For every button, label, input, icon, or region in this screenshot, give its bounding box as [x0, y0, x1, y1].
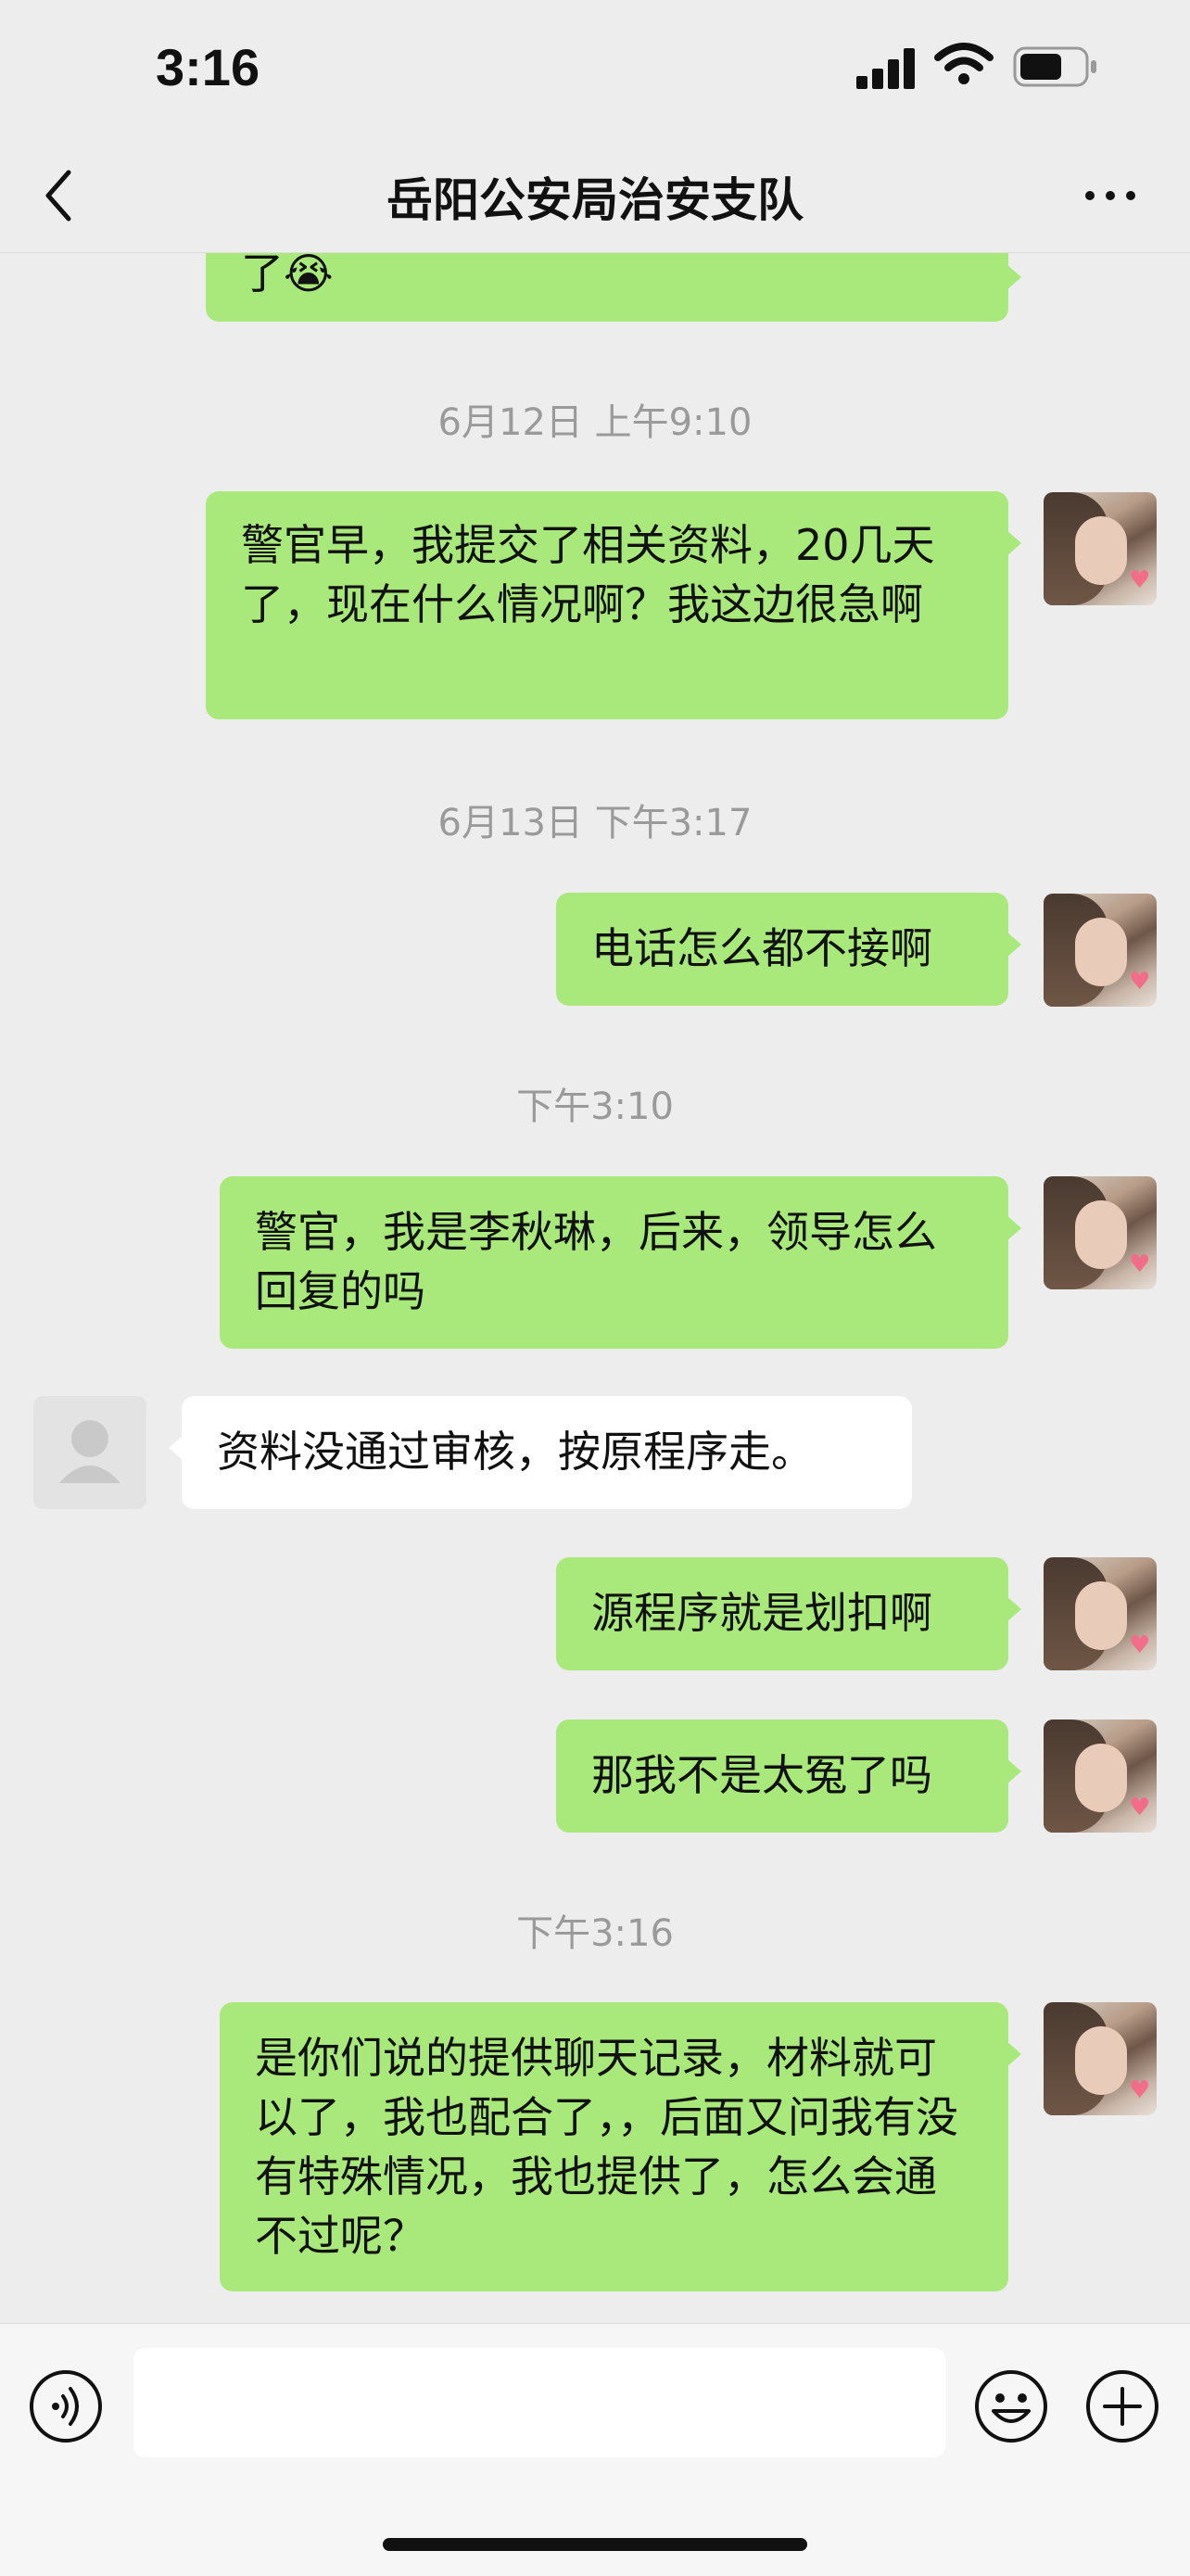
avatar[interactable]: ♥	[1044, 492, 1157, 605]
emoji-icon[interactable]	[973, 2368, 1049, 2444]
status-time: 3:16	[156, 38, 260, 96]
avatar[interactable]: ♥	[1044, 1719, 1157, 1833]
message-text: 电话怎么都不接啊	[591, 923, 932, 973]
default-user-icon	[59, 1420, 120, 1483]
message-bubble-outgoing[interactable]: 电话怎么都不接啊	[556, 893, 1021, 1006]
status-bar: 3:16	[0, 0, 1190, 139]
chat-title: 岳阳公安局治安支队	[386, 173, 804, 227]
message-bubble-outgoing[interactable]: 是你们说的提供聊天记录，材料就可以了，我也配合了，，后面又问我有没有特殊情况，我…	[220, 2002, 1021, 2291]
message-bubble-outgoing[interactable]: 警官，我是李秋琳，后来，领导怎么回复的吗	[220, 1176, 1021, 1349]
message-text: 源程序就是划扣啊	[591, 1588, 932, 1638]
message-list[interactable]: 了😭 6月12日 上午9:10 警官早，我提交了相关资料，20几天了，现在什么情…	[0, 253, 1190, 2322]
message-timestamp: 6月13日 下午3:17	[437, 802, 753, 844]
message-timestamp: 下午3:16	[516, 1912, 674, 1955]
avatar[interactable]: ♥	[1044, 1176, 1157, 1289]
message-timestamp: 6月12日 上午9:10	[437, 401, 753, 444]
message-bubble-outgoing[interactable]: 那我不是太冤了吗	[556, 1719, 1021, 1833]
voice-icon[interactable]	[28, 2368, 104, 2444]
message-text: 警官，我是李秋琳，后来，领导怎么回复的吗	[255, 1207, 937, 1316]
message-bubble-outgoing[interactable]: 警官早，我提交了相关资料，20几天了，现在什么情况啊？我这边很急啊	[206, 491, 1021, 719]
message-bubble-outgoing[interactable]: 了😭	[206, 253, 1021, 322]
more-dots-icon[interactable]	[1082, 182, 1138, 209]
message-text: 那我不是太冤了吗	[591, 1750, 932, 1800]
message-text: 警官早，我提交了相关资料，20几天了，现在什么情况啊？我这边很急啊	[241, 520, 935, 629]
plus-icon[interactable]	[1084, 2368, 1160, 2444]
message-input[interactable]	[133, 2348, 945, 2457]
chat-header: 岳阳公安局治安支队	[0, 139, 1190, 253]
message-timestamp: 下午3:10	[516, 1085, 674, 1128]
message-bubble-outgoing[interactable]: 源程序就是划扣啊	[556, 1557, 1021, 1670]
avatar[interactable]: ♥	[1044, 1557, 1157, 1670]
avatar[interactable]: ♥	[1044, 2002, 1157, 2115]
home-indicator	[383, 2538, 807, 2551]
wifi-icon	[934, 43, 994, 84]
avatar[interactable]: ♥	[1044, 894, 1157, 1007]
avatar[interactable]	[33, 1396, 146, 1509]
battery-icon	[1013, 46, 1096, 87]
message-text: 资料没通过审核，按原程序走。	[217, 1427, 814, 1477]
message-text: 是你们说的提供聊天记录，材料就可以了，我也配合了，，后面又问我有没有特殊情况，我…	[255, 2033, 958, 2261]
message-text: 了😭	[241, 253, 334, 298]
cellular-signal-icon	[856, 46, 916, 89]
message-bubble-incoming[interactable]: 资料没通过审核，按原程序走。	[169, 1396, 912, 1509]
